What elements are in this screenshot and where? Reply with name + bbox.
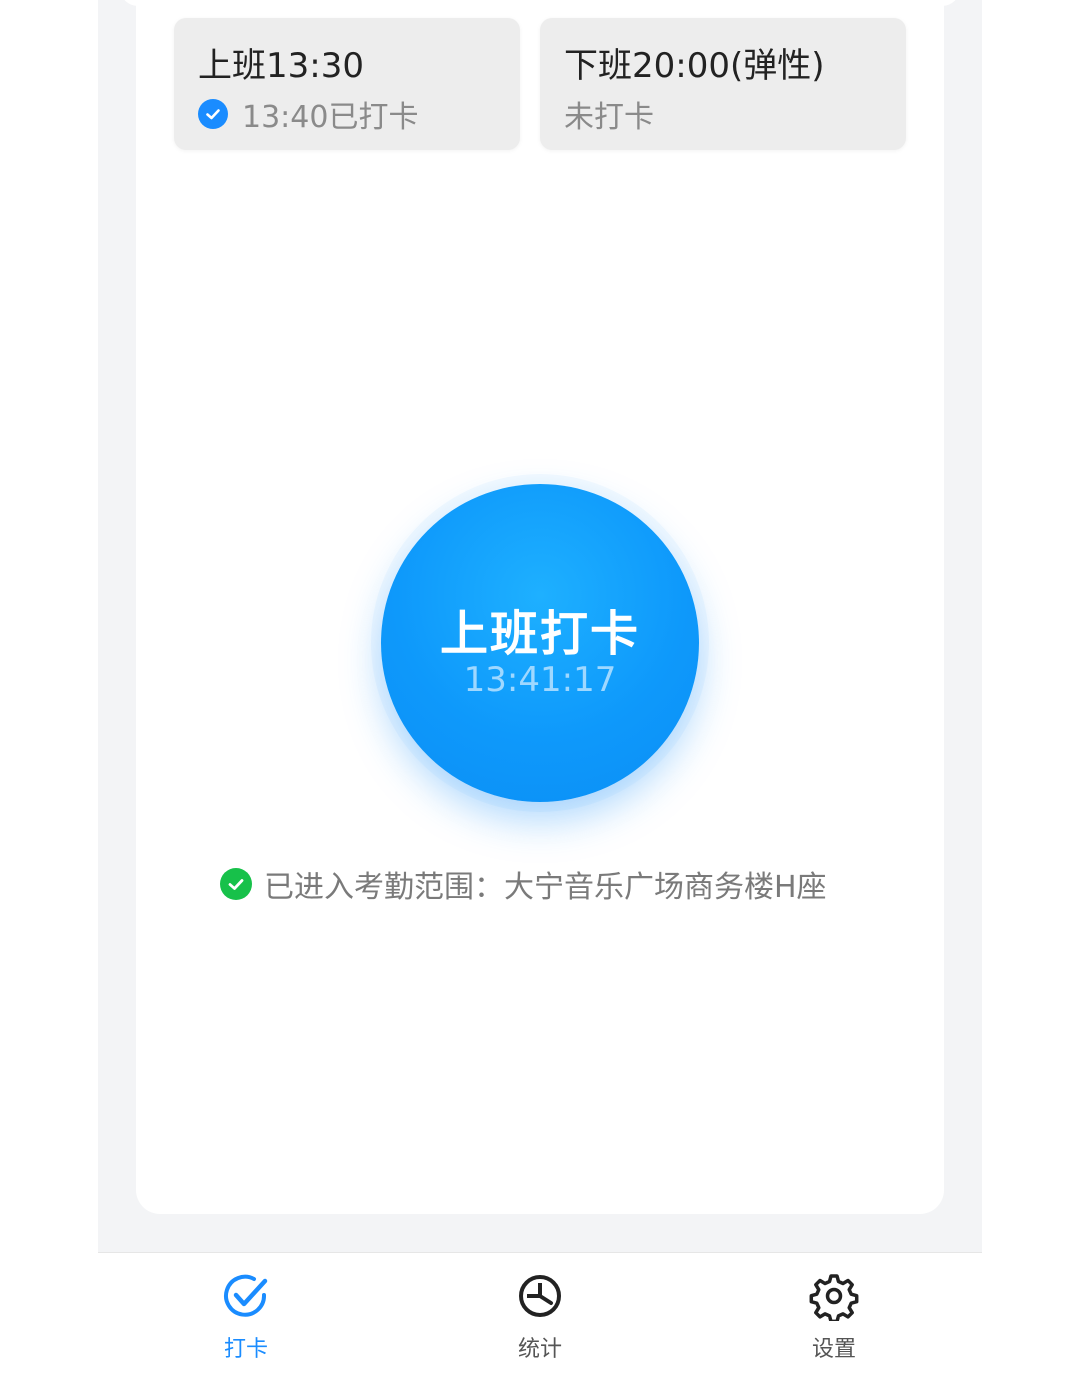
tab-stats[interactable]: 统计 [480,1271,600,1363]
tab-punch-label: 打卡 [223,1337,268,1362]
check-circle-icon [220,868,252,900]
punch-label: 上班打卡 [439,606,640,662]
punch-clock: 13:41:17 [463,660,617,700]
tab-settings-label: 设置 [811,1337,856,1362]
pie-chart-icon [519,1275,561,1317]
bottom-tab-bar: 打卡 统计 设置 [98,1252,982,1388]
location-status: 已进入考勤范围：大宁音乐广场商务楼H座 [220,862,827,906]
clock-out-title: 下班20:00(弹性) [564,46,825,86]
clock-out-status-text: 未打卡 [564,100,654,135]
tab-settings[interactable]: 设置 [774,1271,894,1363]
tab-punch[interactable]: 打卡 [186,1271,306,1363]
clock-out-shift[interactable]: 下班20:00(弹性) 未打卡 [540,18,906,150]
check-badge-icon [224,1274,268,1317]
gear-icon [809,1274,859,1321]
attendance-card: 上班13:30 13:40已打卡 下班20:00(弹性) 未打卡 上班打卡 13… [136,0,944,1214]
clock-in-title: 上班13:30 [198,46,364,86]
clock-in-status-text: 13:40已打卡 [242,100,419,135]
clock-out-status: 未打卡 [564,92,654,136]
punch-button[interactable]: 上班打卡 13:41:17 [381,484,699,802]
tab-stats-label: 统计 [517,1337,562,1362]
clock-in-status: 13:40已打卡 [198,92,418,136]
clock-in-shift[interactable]: 上班13:30 13:40已打卡 [174,18,520,150]
check-circle-icon [198,99,228,129]
location-status-text: 已进入考勤范围：大宁音乐广场商务楼H座 [264,870,827,905]
app-screen: 上班13:30 13:40已打卡 下班20:00(弹性) 未打卡 上班打卡 13… [98,0,982,1388]
